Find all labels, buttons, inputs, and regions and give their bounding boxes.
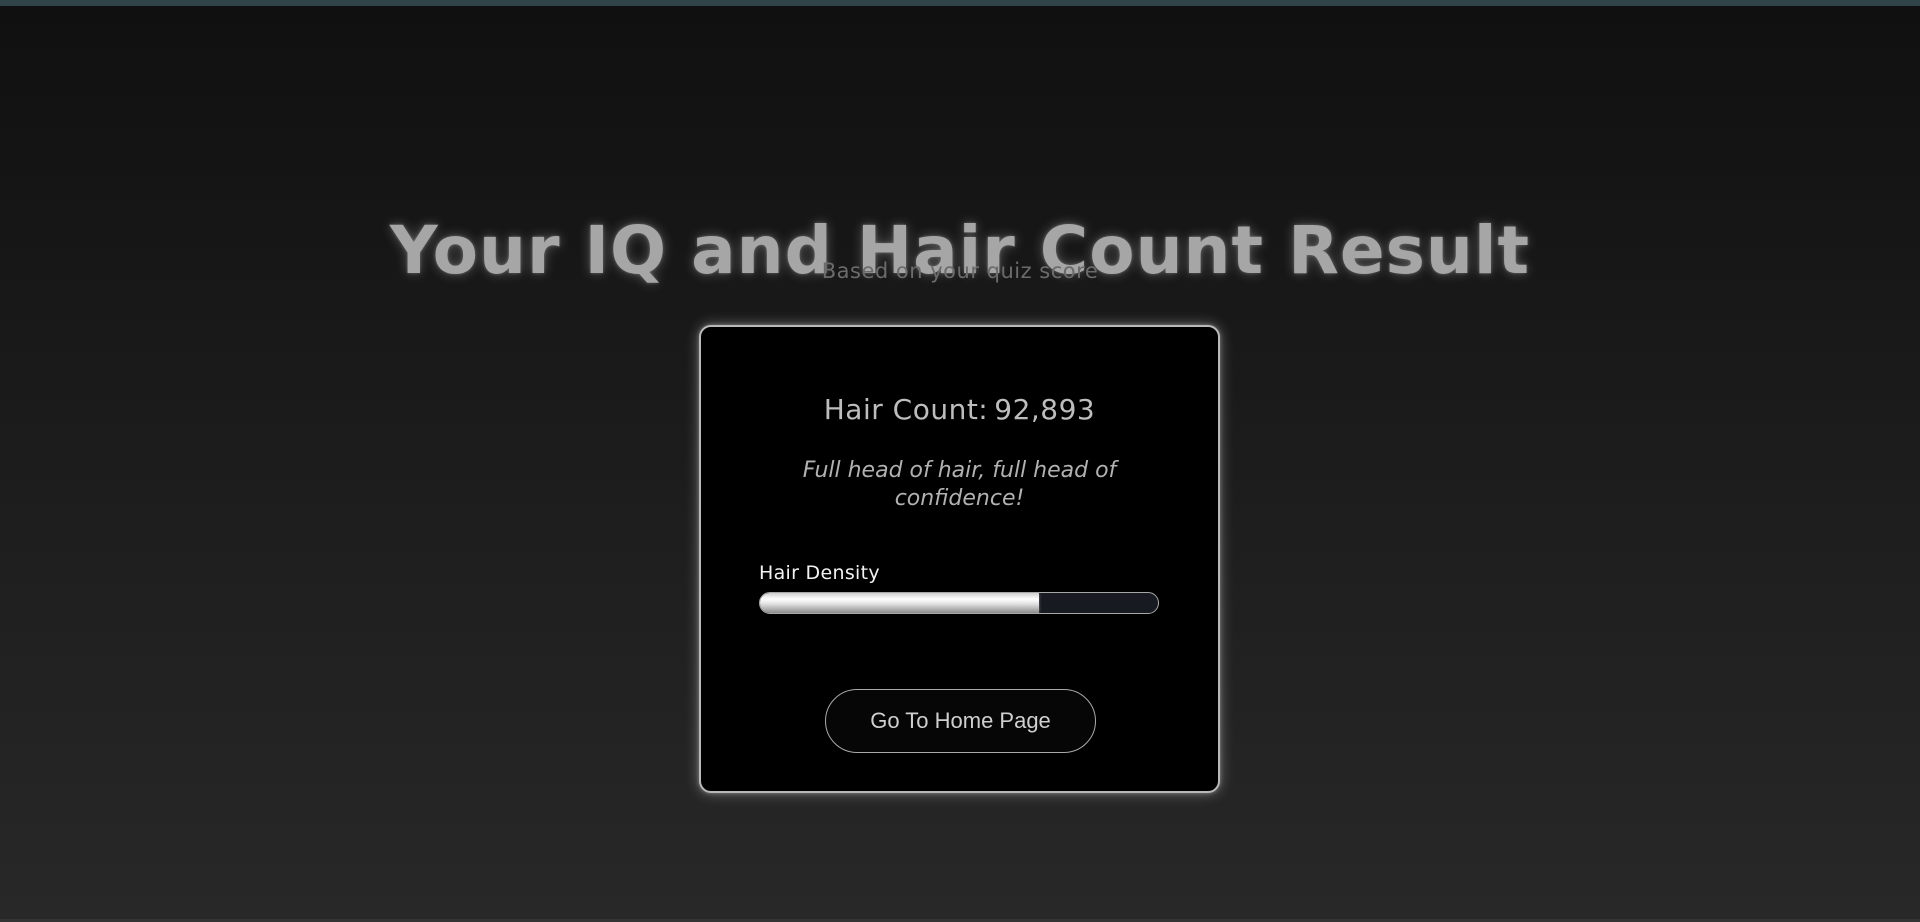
- page-subtitle: Based on your quiz score: [821, 259, 1099, 283]
- result-message: Full head of hair, full head of confiden…: [802, 458, 1117, 511]
- hair-count-heading: Hair Count: 92,893: [701, 393, 1218, 426]
- go-home-button[interactable]: Go To Home Page: [825, 689, 1096, 753]
- result-card: Hair Count: 92,893 Full head of hair, ful…: [699, 325, 1220, 793]
- hair-count-value: 92,893: [994, 393, 1096, 426]
- hair-count-label: Hair Count:: [823, 393, 989, 426]
- hair-density-label: Hair Density: [759, 562, 880, 584]
- hair-density-bar: [759, 592, 1159, 614]
- hair-density-fill: [760, 593, 1039, 613]
- result-page: Your IQ and Hair Count Result Based on y…: [0, 0, 1920, 922]
